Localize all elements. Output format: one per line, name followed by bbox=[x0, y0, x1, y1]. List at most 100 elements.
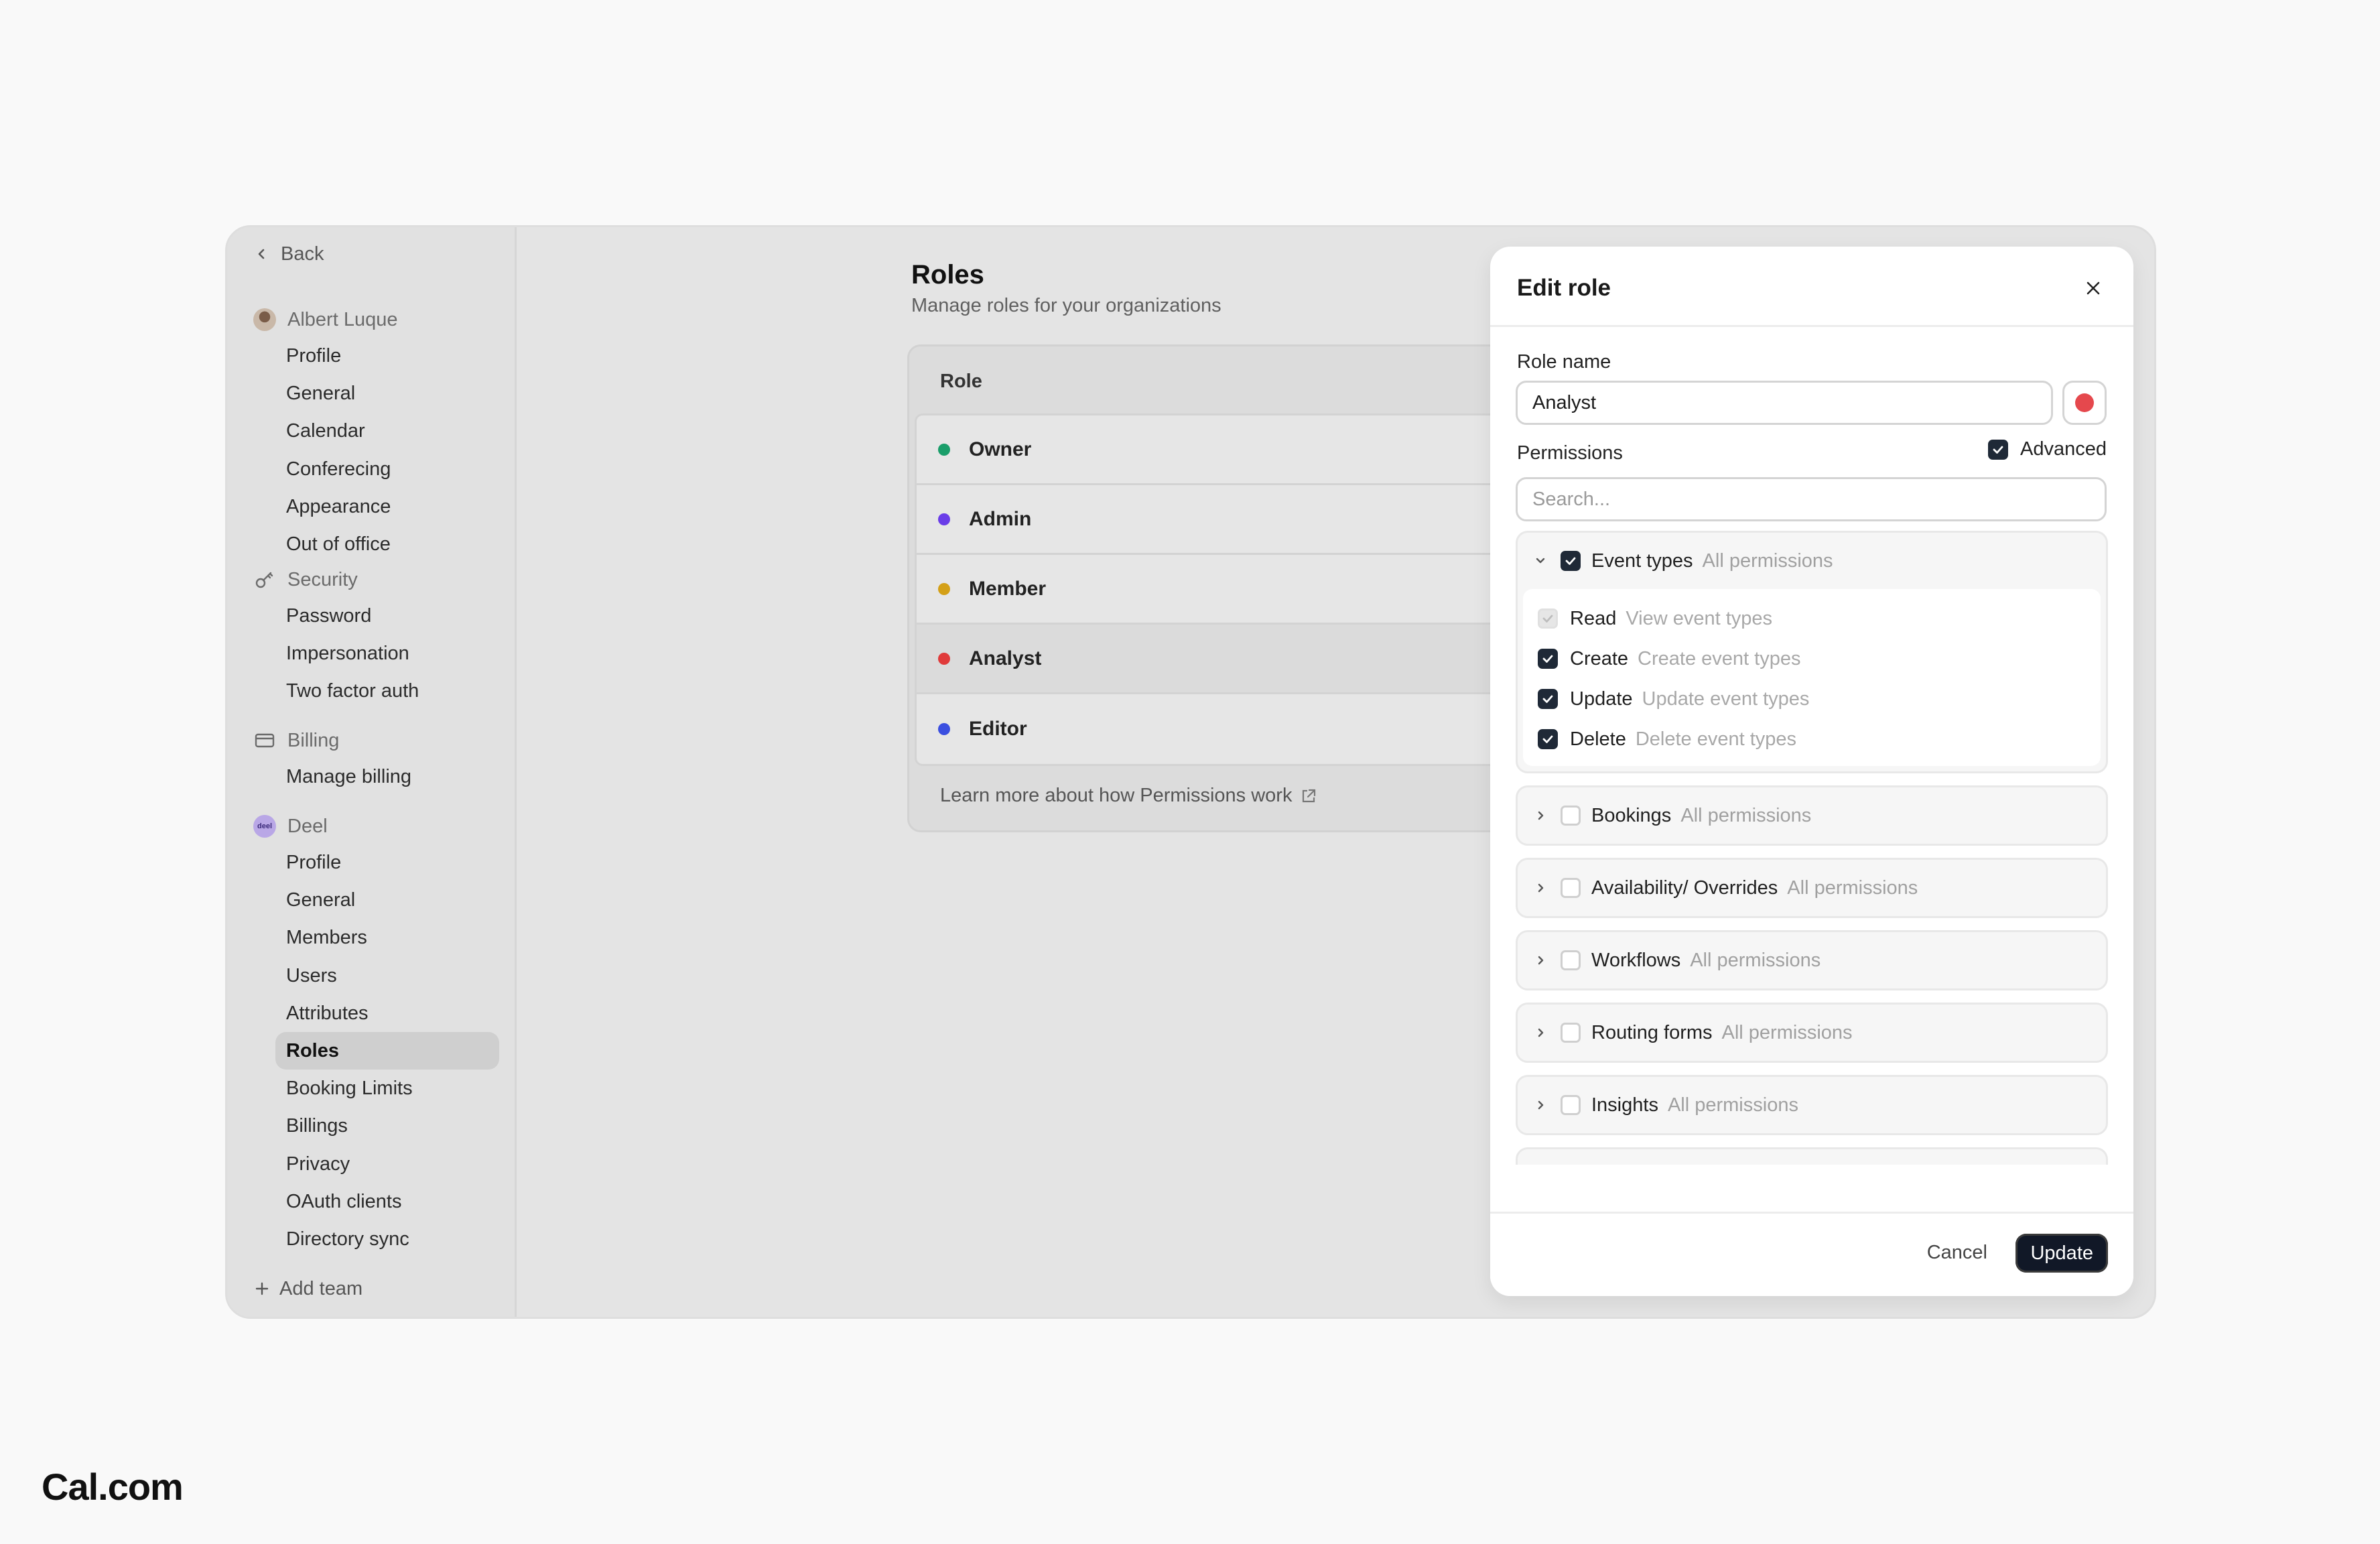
role-row-member[interactable]: Member bbox=[917, 555, 1577, 625]
sidebar-item-user-out-of-office[interactable]: Out of office bbox=[286, 533, 391, 556]
sidebar-section-org: deel Deel bbox=[253, 814, 328, 838]
chevron-right-icon bbox=[1538, 883, 1544, 893]
permission-group-header[interactable]: Insights All permissions bbox=[1518, 1077, 2106, 1133]
sheet-title: Edit role bbox=[1517, 275, 1611, 301]
sidebar-item-security-password[interactable]: Password bbox=[286, 605, 371, 627]
expand-toggle[interactable] bbox=[1532, 1025, 1548, 1041]
permission-group-header[interactable]: TeamAll permissions bbox=[1518, 1149, 2106, 1165]
sidebar-item-user-general[interactable]: General bbox=[286, 383, 355, 405]
check-icon bbox=[1542, 615, 1553, 623]
role-row-admin[interactable]: Admin bbox=[917, 485, 1577, 555]
page-subtitle: Manage roles for your organizations bbox=[911, 295, 1221, 316]
permission-checkbox[interactable] bbox=[1538, 729, 1558, 749]
permissions-search-input[interactable]: Search... bbox=[1516, 477, 2107, 521]
sidebar-item-org-general[interactable]: General bbox=[286, 889, 355, 911]
sidebar-item-org-booking-limits[interactable]: Booking Limits bbox=[286, 1078, 413, 1100]
permission-group-availability-overrides: Availability/ Overrides All permissions bbox=[1516, 858, 2108, 918]
sidebar-item-user-conferecing[interactable]: Conferecing bbox=[286, 458, 391, 480]
permission-checkbox[interactable] bbox=[1538, 649, 1558, 669]
permission-group-header[interactable]: Bookings All permissions bbox=[1518, 787, 2106, 844]
permission-group-event-types: Event types All permissions Read View event… bbox=[1516, 531, 2108, 773]
group-subtitle: All permissions bbox=[1721, 1021, 1853, 1043]
roles-column-header: Role bbox=[940, 371, 982, 392]
sidebar-item-security-two-factor-auth[interactable]: Two factor auth bbox=[286, 680, 419, 702]
sidebar-item-security-impersonation[interactable]: Impersonation bbox=[286, 643, 409, 665]
group-name: Availability/ Overrides bbox=[1591, 877, 1778, 899]
role-name-input[interactable]: Analyst bbox=[1516, 381, 2053, 425]
group-checkbox[interactable] bbox=[1561, 1095, 1581, 1115]
permission-update[interactable]: Update Update event types bbox=[1523, 679, 2101, 719]
permission-group-header[interactable]: Workflows All permissions bbox=[1518, 932, 2106, 988]
sidebar-item-org-users[interactable]: Users bbox=[286, 965, 337, 987]
group-checkbox[interactable] bbox=[1561, 950, 1581, 970]
sidebar-section-billing: Billing bbox=[253, 728, 339, 753]
group-checkbox[interactable] bbox=[1561, 806, 1581, 826]
update-button[interactable]: Update bbox=[2015, 1234, 2108, 1273]
check-icon bbox=[1993, 446, 2003, 454]
sidebar-item-label: Appearance bbox=[286, 495, 391, 517]
sidebar-item-org-privacy[interactable]: Privacy bbox=[286, 1153, 350, 1175]
group-name: Bookings bbox=[1591, 804, 1672, 826]
advanced-toggle[interactable]: Advanced bbox=[1988, 438, 2107, 460]
group-name: Event types bbox=[1591, 550, 1693, 572]
expand-toggle[interactable] bbox=[1532, 880, 1548, 896]
role-row-owner[interactable]: Owner bbox=[917, 415, 1577, 485]
sidebar-item-label: Members bbox=[286, 927, 367, 949]
add-team-label: Add team bbox=[279, 1277, 363, 1299]
close-button[interactable] bbox=[2080, 275, 2107, 302]
sidebar-item-label: General bbox=[286, 383, 356, 405]
billing-label: Billing bbox=[287, 729, 340, 751]
expand-toggle[interactable] bbox=[1532, 808, 1548, 824]
permission-group-header[interactable]: Availability/ Overrides All permissions bbox=[1518, 860, 2106, 916]
chevron-right-icon bbox=[1538, 811, 1544, 820]
sidebar-item-billing-manage-billing[interactable]: Manage billing bbox=[286, 766, 411, 788]
sidebar-item-org-directory-sync[interactable]: Directory sync bbox=[286, 1228, 409, 1250]
cancel-button[interactable]: Cancel bbox=[1927, 1242, 1987, 1264]
permission-delete[interactable]: Delete Delete event types bbox=[1523, 719, 2101, 759]
roles-list: Owner Admin Member Analyst Editor bbox=[915, 413, 1579, 766]
sidebar-item-org-billings[interactable]: Billings bbox=[286, 1115, 348, 1137]
role-color-picker[interactable] bbox=[2062, 381, 2107, 425]
sidebar-item-user-profile[interactable]: Profile bbox=[286, 345, 341, 367]
user-avatar bbox=[253, 308, 277, 332]
sidebar-item-label: Calendar bbox=[286, 420, 365, 442]
group-checkbox[interactable] bbox=[1561, 1023, 1581, 1043]
expand-toggle[interactable] bbox=[1532, 952, 1548, 968]
settings-sidebar: Back Albert Luque Security Billing deel … bbox=[227, 227, 517, 1317]
chevron-right-icon bbox=[1538, 1100, 1544, 1110]
group-checkbox[interactable] bbox=[1561, 551, 1581, 571]
learn-more-link[interactable]: Learn more about how Permissions work bbox=[940, 785, 1317, 807]
sidebar-item-org-attributes[interactable]: Attributes bbox=[286, 1003, 369, 1025]
permissions-label: Permissions bbox=[1517, 442, 1623, 464]
role-name: Owner bbox=[969, 438, 1032, 460]
permission-group-header[interactable]: Routing forms All permissions bbox=[1518, 1005, 2106, 1061]
group-subtitle: All permissions bbox=[1787, 877, 1918, 899]
permission-group-header[interactable]: Event types All permissions bbox=[1518, 533, 2106, 589]
group-checkbox[interactable] bbox=[1561, 878, 1581, 898]
role-name: Analyst bbox=[969, 647, 1042, 669]
permission-checkbox[interactable] bbox=[1538, 689, 1558, 709]
advanced-checkbox[interactable] bbox=[1988, 439, 2008, 460]
sidebar-item-user-appearance[interactable]: Appearance bbox=[286, 496, 391, 518]
sidebar-item-user-calendar[interactable]: Calendar bbox=[286, 420, 365, 442]
user-name: Albert Luque bbox=[287, 308, 398, 330]
sidebar-item-org-roles[interactable]: Roles bbox=[275, 1032, 499, 1070]
expand-toggle[interactable] bbox=[1532, 1097, 1548, 1113]
sidebar-item-org-oauth-clients[interactable]: OAuth clients bbox=[286, 1191, 401, 1213]
role-row-editor[interactable]: Editor bbox=[917, 694, 1577, 764]
add-team-button[interactable]: Add team bbox=[253, 1277, 362, 1301]
close-icon bbox=[2087, 281, 2100, 295]
permission-create[interactable]: Create Create event types bbox=[1523, 639, 2101, 679]
role-row-analyst[interactable]: Analyst bbox=[917, 625, 1577, 694]
expand-toggle[interactable] bbox=[1532, 553, 1548, 569]
edit-role-sheet: Edit role Role name Analyst Permissions … bbox=[1490, 247, 2133, 1296]
sidebar-item-org-members[interactable]: Members bbox=[286, 927, 367, 949]
permission-description: View event types bbox=[1626, 607, 1773, 629]
group-subtitle: All permissions bbox=[1667, 1094, 1798, 1116]
chevron-right-icon bbox=[1538, 1028, 1544, 1037]
sidebar-item-label: Privacy bbox=[286, 1153, 350, 1175]
permission-read[interactable]: Read View event types bbox=[1523, 598, 2101, 639]
sidebar-item-org-profile[interactable]: Profile bbox=[286, 852, 341, 874]
back-link[interactable]: Back bbox=[253, 242, 324, 266]
chevron-right-icon bbox=[1538, 956, 1544, 965]
